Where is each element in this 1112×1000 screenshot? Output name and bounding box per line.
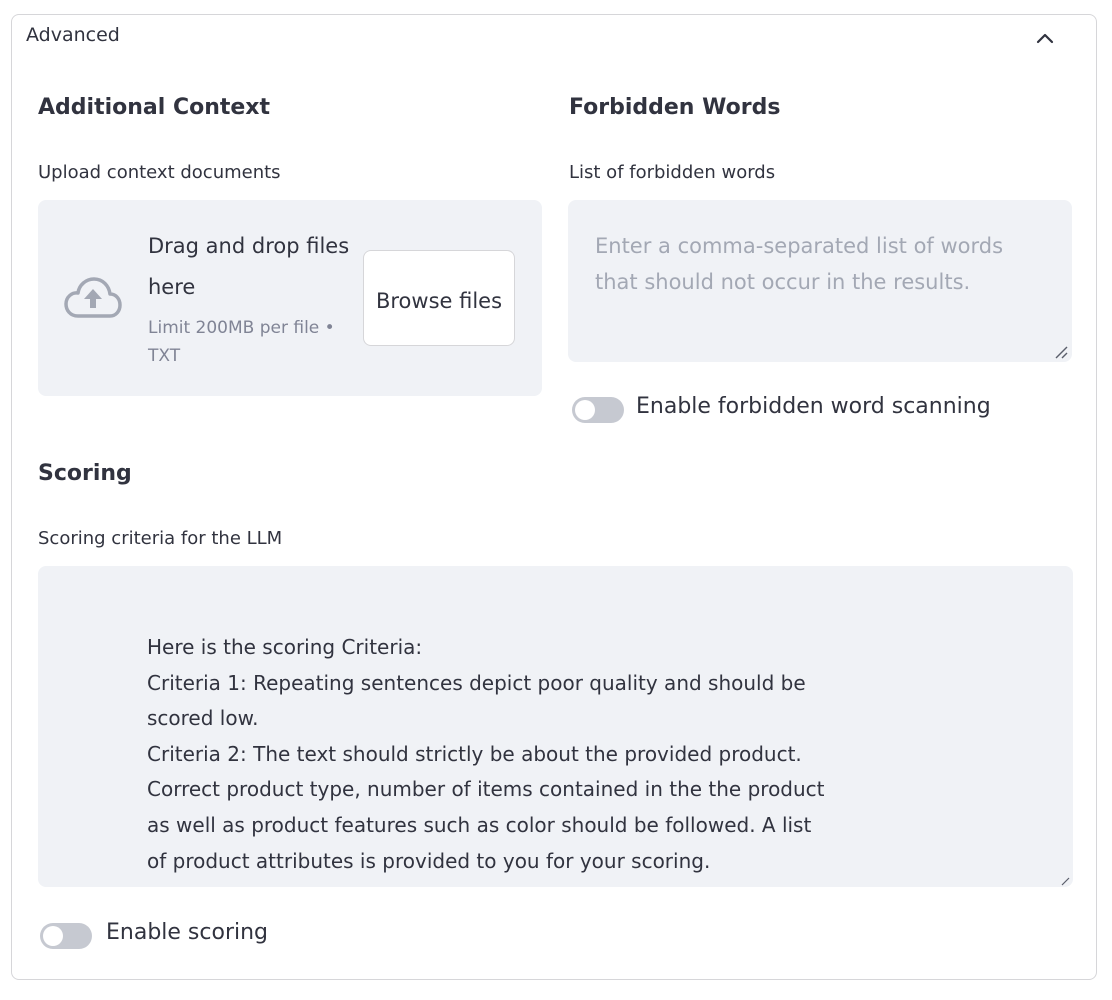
upload-label: Upload context documents	[38, 162, 281, 183]
dropzone-text: Drag and drop files here	[148, 234, 350, 299]
toggle-knob	[575, 400, 595, 420]
chevron-up-icon[interactable]	[1034, 27, 1056, 49]
forbidden-scanning-label: Enable forbidden word scanning	[636, 394, 991, 419]
cloud-upload-icon	[64, 277, 122, 318]
forbidden-words-textarea[interactable]: Enter a comma-separated list of words th…	[568, 200, 1072, 362]
expander-title[interactable]: Advanced	[26, 24, 120, 46]
scoring-heading: Scoring	[38, 461, 132, 486]
scoring-toggle-label: Enable scoring	[106, 920, 269, 945]
toggle-knob	[43, 926, 63, 946]
forbidden-words-label: List of forbidden words	[569, 162, 776, 183]
scoring-criteria-textarea[interactable]: Here is the scoring Criteria: Criteria 1…	[38, 566, 1073, 887]
forbidden-words-heading: Forbidden Words	[569, 95, 781, 120]
scoring-criteria-text: Here is the scoring Criteria: Criteria 1…	[147, 635, 825, 873]
scoring-toggle[interactable]	[40, 923, 92, 949]
forbidden-words-placeholder: Enter a comma-separated list of words th…	[595, 234, 1004, 294]
additional-context-heading: Additional Context	[38, 95, 271, 120]
resize-handle-icon[interactable]	[1054, 345, 1068, 359]
forbidden-scanning-toggle[interactable]	[572, 397, 624, 423]
resize-handle-icon[interactable]	[1060, 876, 1070, 886]
file-dropzone[interactable]: Drag and drop files here Limit 200MB per…	[38, 200, 542, 396]
file-limit-text: Limit 200MB per file • TXT	[148, 318, 335, 366]
scoring-criteria-label: Scoring criteria for the LLM	[38, 528, 283, 549]
browse-files-button[interactable]: Browse files	[363, 250, 515, 346]
